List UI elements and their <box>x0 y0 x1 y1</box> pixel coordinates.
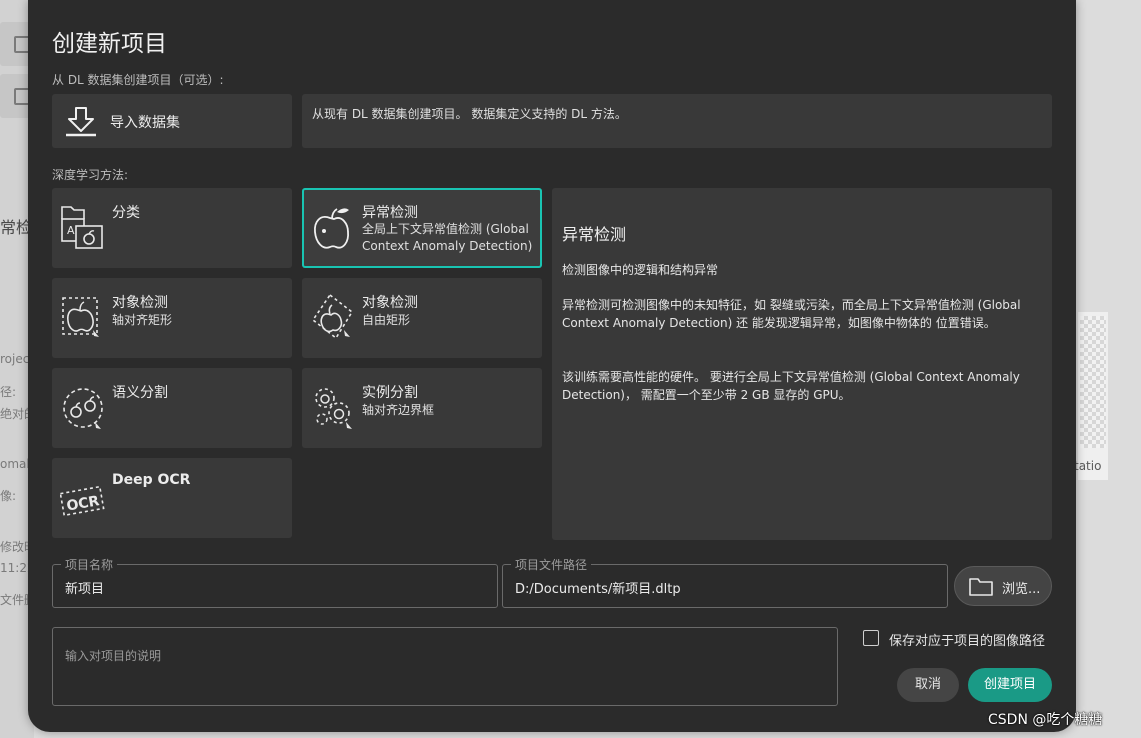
methods-section-label: 深度学习方法: <box>52 168 129 182</box>
method-title: 异常检测 <box>362 205 418 221</box>
method-subtitle-line: Context Anomaly Detection) <box>362 239 533 253</box>
project-name-label: 项目名称 <box>61 556 118 573</box>
svg-text:A: A <box>67 224 75 237</box>
method-instance-segmentation[interactable]: 实例分割 轴对齐边界框 <box>302 368 542 448</box>
save-image-paths-label[interactable]: 保存对应于项目的图像路径 <box>889 630 1045 649</box>
object-detection-axis-icon <box>62 297 99 337</box>
project-description-placeholder: 输入对项目的说明 <box>65 649 162 663</box>
project-description-input[interactable]: 输入对项目的说明 <box>52 627 838 706</box>
folder-icon <box>969 578 993 596</box>
create-project-dialog: 创建新项目 从 DL 数据集创建项目（可选）: 导入数据集 从现有 DL 数据集… <box>28 0 1076 732</box>
project-path-field[interactable]: 项目文件路径 D:/Documents/新项目.dltp <box>502 556 948 608</box>
method-semantic-segmentation[interactable]: 语义分割 <box>52 368 292 448</box>
import-dataset-button[interactable]: 导入数据集 <box>52 94 292 148</box>
method-object-detection-axis[interactable]: 对象检测 轴对齐矩形 <box>52 278 292 358</box>
browse-label: 浏览... <box>1002 582 1041 597</box>
import-section-label: 从 DL 数据集创建项目（可选）: <box>52 73 224 87</box>
anomaly-apple-icon <box>314 208 349 249</box>
object-detection-free-icon <box>311 293 354 340</box>
browse-button[interactable]: 浏览... <box>954 566 1052 606</box>
create-project-button[interactable]: 创建项目 <box>968 668 1052 702</box>
instance-segmentation-icon <box>315 388 352 429</box>
project-name-field[interactable]: 项目名称 新项目 <box>52 556 498 608</box>
csdn-watermark: CSDN @吃个糖糖 <box>988 712 1103 728</box>
project-name-value[interactable]: 新项目 <box>65 578 104 597</box>
project-path-value[interactable]: D:/Documents/新项目.dltp <box>515 578 681 597</box>
import-description-text: 从现有 DL 数据集创建项目。 数据集定义支持的 DL 方法。 <box>312 107 627 121</box>
import-download-icon <box>66 107 96 137</box>
svg-text:OCR: OCR <box>65 493 100 515</box>
method-anomaly-detection[interactable]: 异常检测 全局上下文异常值检测 (Global Context Anomaly … <box>302 188 542 268</box>
dialog-title: 创建新项目 <box>52 31 167 57</box>
semantic-segmentation-icon <box>63 388 103 429</box>
method-subtitle: 自由矩形 <box>362 313 411 327</box>
method-title: 语义分割 <box>112 385 168 401</box>
description-title: 异常检测 <box>562 225 627 244</box>
description-paragraph: 检测图像中的逻辑和结构异常 <box>562 263 719 277</box>
ocr-icon: OCR <box>60 485 105 517</box>
background-text: omal <box>0 457 30 471</box>
method-subtitle-line: 全局上下文异常值检测 (Global <box>362 222 529 236</box>
method-object-detection-free[interactable]: 对象检测 自由矩形 <box>302 278 542 358</box>
method-subtitle: 轴对齐边界框 <box>362 403 435 417</box>
method-subtitle: 轴对齐矩形 <box>112 313 173 327</box>
method-title: 对象检测 <box>362 295 418 311</box>
cancel-button[interactable]: 取消 <box>897 668 959 702</box>
background-text: 像: <box>0 489 17 503</box>
method-title: Deep OCR <box>112 472 191 488</box>
description-paragraph: 异常检测可检测图像中的未知特征，如 裂缝或污染，而全局上下文异常值检测 (Glo… <box>562 298 1021 330</box>
method-subtitle: 全局上下文异常值检测 (Global Context Anomaly Detec… <box>362 221 532 255</box>
background-text: 径: <box>0 385 17 399</box>
method-description-panel: 异常检测 检测图像中的逻辑和结构异常 异常检测可检测图像中的未知特征，如 裂缝或… <box>552 188 1052 540</box>
method-title: 实例分割 <box>362 385 418 401</box>
save-image-paths-checkbox[interactable] <box>863 630 879 646</box>
method-deep-ocr[interactable]: OCR Deep OCR <box>52 458 292 538</box>
method-title: 分类 <box>112 205 140 221</box>
description-paragraph: 该训练需要高性能的硬件。 要进行全局上下文异常值检测 (Global Conte… <box>562 370 1020 402</box>
import-description-panel: 从现有 DL 数据集创建项目。 数据集定义支持的 DL 方法。 <box>302 94 1052 148</box>
classification-icon: A <box>61 206 103 249</box>
transparent-image-preview <box>1080 316 1106 448</box>
method-classification[interactable]: A 分类 <box>52 188 292 268</box>
project-path-label: 项目文件路径 <box>511 556 592 573</box>
import-dataset-label: 导入数据集 <box>110 115 180 131</box>
background-thumbnail-label: tatio <box>1074 459 1102 473</box>
method-title: 对象检测 <box>112 295 168 311</box>
